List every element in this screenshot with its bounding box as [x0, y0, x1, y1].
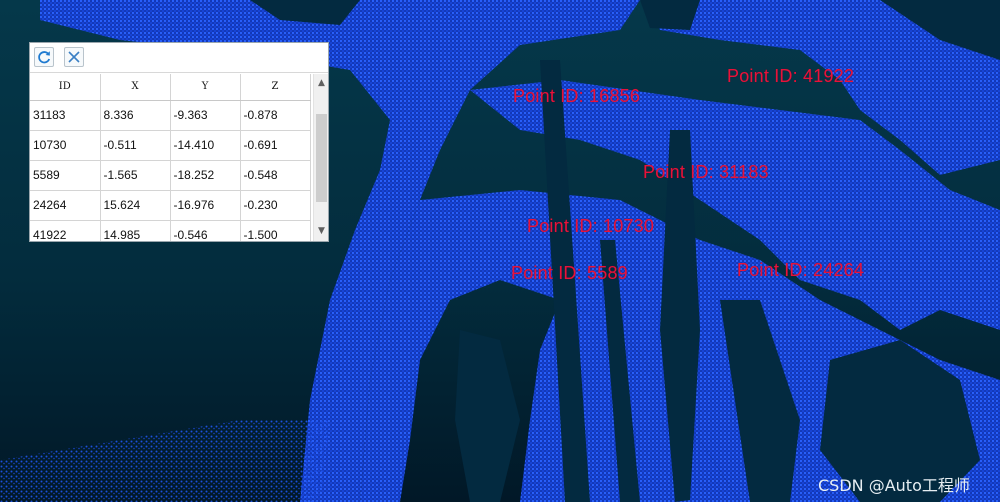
point-label-31183: Point ID: 31183: [643, 162, 769, 182]
column-header-z[interactable]: Z: [240, 74, 311, 101]
watermark: CSDN @Auto工程师: [818, 476, 970, 495]
table-row[interactable]: 10730 -0.511 -14.410 -0.691: [30, 130, 311, 161]
table-row[interactable]: 24264 15.624 -16.976 -0.230: [30, 190, 311, 221]
point-label-16856: Point ID: 16856: [513, 86, 641, 106]
cell-x[interactable]: 8.336: [100, 100, 171, 131]
table-header-row: ID X Y Z: [30, 74, 311, 101]
table-row[interactable]: 41922 14.985 -0.546 -1.500: [30, 220, 311, 241]
cell-x[interactable]: 15.624: [100, 190, 171, 221]
clear-button[interactable]: [64, 47, 84, 67]
cell-y[interactable]: -16.976: [170, 190, 241, 221]
points-table[interactable]: ID X Y Z 31183 8.336 -9.363 -0.878 10730…: [30, 74, 313, 241]
cell-z[interactable]: -0.691: [240, 130, 311, 161]
cell-y[interactable]: -9.363: [170, 100, 241, 131]
scroll-thumb[interactable]: [316, 114, 327, 202]
cell-y[interactable]: -18.252: [170, 160, 241, 191]
cell-id[interactable]: 5589: [30, 160, 101, 191]
cell-x[interactable]: -1.565: [100, 160, 171, 191]
points-table-panel: ID X Y Z 31183 8.336 -9.363 -0.878 10730…: [29, 42, 329, 242]
cell-x[interactable]: -0.511: [100, 130, 171, 161]
cell-z[interactable]: -0.878: [240, 100, 311, 131]
point-label-10730: Point ID: 10730: [527, 216, 655, 236]
cell-z[interactable]: -0.548: [240, 160, 311, 191]
cell-y[interactable]: -14.410: [170, 130, 241, 161]
cell-z[interactable]: -0.230: [240, 190, 311, 221]
table-toolbar: [30, 43, 328, 73]
point-label-24264: Point ID: 24264: [737, 260, 865, 280]
point-label-5589: Point ID: 5589: [511, 263, 628, 283]
table-vertical-scrollbar[interactable]: ▲ ▼: [313, 74, 328, 241]
cell-y[interactable]: -0.546: [170, 220, 241, 241]
table-row[interactable]: 31183 8.336 -9.363 -0.878: [30, 100, 311, 131]
column-header-id[interactable]: ID: [30, 74, 101, 101]
column-header-x[interactable]: X: [100, 74, 171, 101]
cell-z[interactable]: -1.500: [240, 220, 311, 241]
cell-id[interactable]: 41922: [30, 220, 101, 241]
scroll-down-arrow-icon[interactable]: ▼: [314, 224, 329, 239]
table-row[interactable]: 5589 -1.565 -18.252 -0.548: [30, 160, 311, 191]
point-label-41922: Point ID: 41922: [727, 66, 855, 86]
cell-x[interactable]: 14.985: [100, 220, 171, 241]
cell-id[interactable]: 31183: [30, 100, 101, 131]
column-header-y[interactable]: Y: [170, 74, 241, 101]
cell-id[interactable]: 24264: [30, 190, 101, 221]
refresh-button[interactable]: [34, 47, 54, 67]
scroll-up-arrow-icon[interactable]: ▲: [314, 76, 329, 91]
cell-id[interactable]: 10730: [30, 130, 101, 161]
